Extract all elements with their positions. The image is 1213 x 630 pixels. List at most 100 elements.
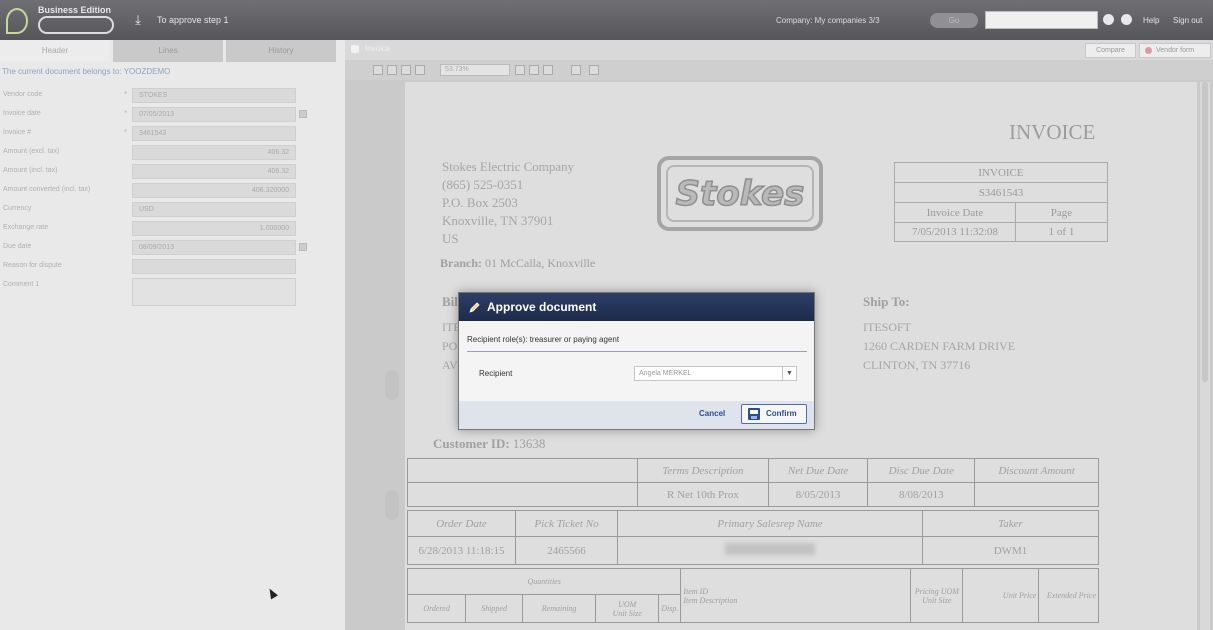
fullscreen-icon[interactable]: [589, 65, 599, 75]
zoom-in-icon[interactable]: [401, 65, 411, 75]
company-selector[interactable]: Company: My companies 3/3: [776, 16, 880, 25]
vendor-form-button[interactable]: Vendor form: [1139, 43, 1211, 58]
help-link[interactable]: Help: [1143, 16, 1159, 25]
table-cell: [974, 482, 1099, 507]
settings-icon[interactable]: [1121, 14, 1132, 25]
app-logo[interactable]: Business Edition: [4, 2, 119, 38]
invoice-date-input[interactable]: 07/05/2013: [132, 107, 296, 122]
field-label: Invoice date: [3, 110, 41, 117]
confirm-label: Confirm: [766, 409, 797, 418]
previous-page-icon[interactable]: [515, 65, 525, 75]
table-header: Primary Salesrep Name: [617, 510, 923, 537]
panel-tabs: Header Lines History: [0, 40, 345, 62]
recipient-label: Recipient: [479, 369, 513, 378]
unit-size-label: Unit Size: [922, 595, 952, 605]
recipient-select[interactable]: Angela MERKEL ▼: [634, 366, 797, 381]
field-invoice-number: Invoice # * 3461543: [0, 126, 345, 142]
table-cell: [407, 482, 638, 507]
field-comment: Comment 1: [0, 278, 345, 306]
tab-header[interactable]: Header: [0, 40, 110, 62]
table-header: Shipped: [465, 594, 523, 623]
tab-lines[interactable]: Lines: [113, 40, 223, 62]
ship-to-address: ITESOFT 1260 CARDEN FARM DRIVE CLINTON, …: [863, 318, 1015, 375]
edition-label: Business Edition: [38, 5, 112, 15]
due-date-input[interactable]: 08/09/2013: [132, 240, 296, 255]
amount-converted-input[interactable]: 406.320000: [132, 183, 296, 198]
search-icon[interactable]: [1103, 14, 1114, 25]
amount-excl-tax-input[interactable]: 406.32: [132, 145, 296, 160]
viewer-scrollbar[interactable]: [1200, 82, 1210, 630]
rotate-icon[interactable]: [373, 65, 383, 75]
required-marker: *: [124, 109, 128, 118]
address-line: Stokes Electric Company: [442, 159, 575, 174]
field-exchange-rate: Exchange rate 1.000000: [0, 221, 345, 237]
dialog-header: Approve document: [459, 293, 814, 321]
search-input[interactable]: [985, 11, 1098, 29]
next-page-icon[interactable]: [529, 65, 539, 75]
tab-history[interactable]: History: [226, 40, 336, 62]
table-header: Ordered: [406, 594, 467, 623]
go-button[interactable]: Go: [930, 13, 978, 28]
field-currency: Currency USD: [0, 202, 345, 218]
signout-link[interactable]: Sign out: [1173, 16, 1202, 25]
address-line: P.O. Box 2503: [442, 195, 518, 210]
invoice-number-input[interactable]: 3461543: [132, 126, 296, 141]
field-label: Currency: [3, 205, 32, 212]
field-label: Reason for dispute: [3, 262, 62, 269]
uom-header: UOM Unit Size: [595, 594, 660, 623]
fit-page-icon[interactable]: [387, 65, 397, 75]
item-desc-label: Item Description: [683, 595, 738, 605]
viewer-toolbar: 53.73%: [345, 60, 1213, 80]
field-amount-excl-tax: Amount (excl. tax) 406.32: [0, 145, 345, 161]
table-header: Taker: [922, 510, 1099, 537]
reason-dispute-input[interactable]: [132, 259, 296, 274]
approve-dialog: Approve document Recipient role(s): trea…: [458, 292, 815, 430]
zoom-select[interactable]: 53.73%: [440, 64, 510, 76]
calendar-icon[interactable]: [299, 243, 307, 251]
calendar-icon[interactable]: [299, 110, 307, 118]
uom-label: UOM: [618, 599, 637, 609]
field-label: Comment 1: [3, 281, 40, 288]
chevron-down-icon[interactable]: ▼: [782, 367, 796, 380]
currency-input[interactable]: USD: [132, 202, 296, 217]
page-nav-handle-icon[interactable]: [385, 490, 399, 520]
compare-button[interactable]: Compare: [1085, 43, 1136, 58]
page-label: Page: [1050, 207, 1073, 219]
address-line: 1260 CARDEN FARM DRIVE: [863, 339, 1016, 353]
table-header: Disc Due Date: [867, 458, 976, 483]
table-cell: DWM1: [922, 536, 1099, 565]
field-label: Vendor code: [3, 91, 43, 98]
vendor-form-label: Vendor form: [1156, 47, 1195, 54]
download-document-icon[interactable]: [571, 65, 581, 75]
confirm-button[interactable]: Confirm: [741, 404, 807, 424]
download-icon[interactable]: ⤓: [131, 13, 145, 27]
table-header: Unit Price: [962, 568, 1040, 623]
vendor-code-input[interactable]: STOKES: [132, 88, 296, 103]
print-icon[interactable]: [543, 65, 553, 75]
save-icon: [748, 408, 760, 420]
cancel-button[interactable]: Cancel: [699, 409, 725, 418]
exchange-rate-input[interactable]: 1.000000: [132, 221, 296, 236]
customer-id: Customer ID: 13638: [433, 436, 545, 452]
recipient-roles: Recipient role(s): treasurer or paying a…: [467, 335, 620, 344]
table-header: Extended Price: [1038, 568, 1099, 623]
workflow-step[interactable]: To approve step 1: [157, 15, 229, 25]
ship-to-label: Ship To:: [863, 294, 910, 309]
recipient-value: Angela MERKEL: [639, 370, 692, 377]
scrollbar-thumb[interactable]: [1202, 82, 1208, 382]
item-id-label: Item ID: [683, 586, 708, 596]
page-nav-handle-icon[interactable]: [385, 370, 399, 400]
divider: [467, 351, 807, 352]
comment-textarea[interactable]: [132, 278, 296, 306]
address-line: ITESOFT: [863, 320, 911, 334]
brand-logo: [38, 16, 114, 34]
table-header: Net Due Date: [767, 458, 869, 483]
field-vendor-code: Vendor code * STOKES: [0, 88, 345, 104]
zoom-out-icon[interactable]: [415, 65, 425, 75]
table-header: Terms Description: [637, 458, 769, 483]
amount-incl-tax-input[interactable]: 406.32: [132, 164, 296, 179]
table-header: Order Date: [407, 510, 516, 537]
stokes-logo: Stokes: [657, 156, 823, 231]
table-header: Remaining: [521, 594, 597, 623]
field-label: Due date: [3, 243, 32, 250]
